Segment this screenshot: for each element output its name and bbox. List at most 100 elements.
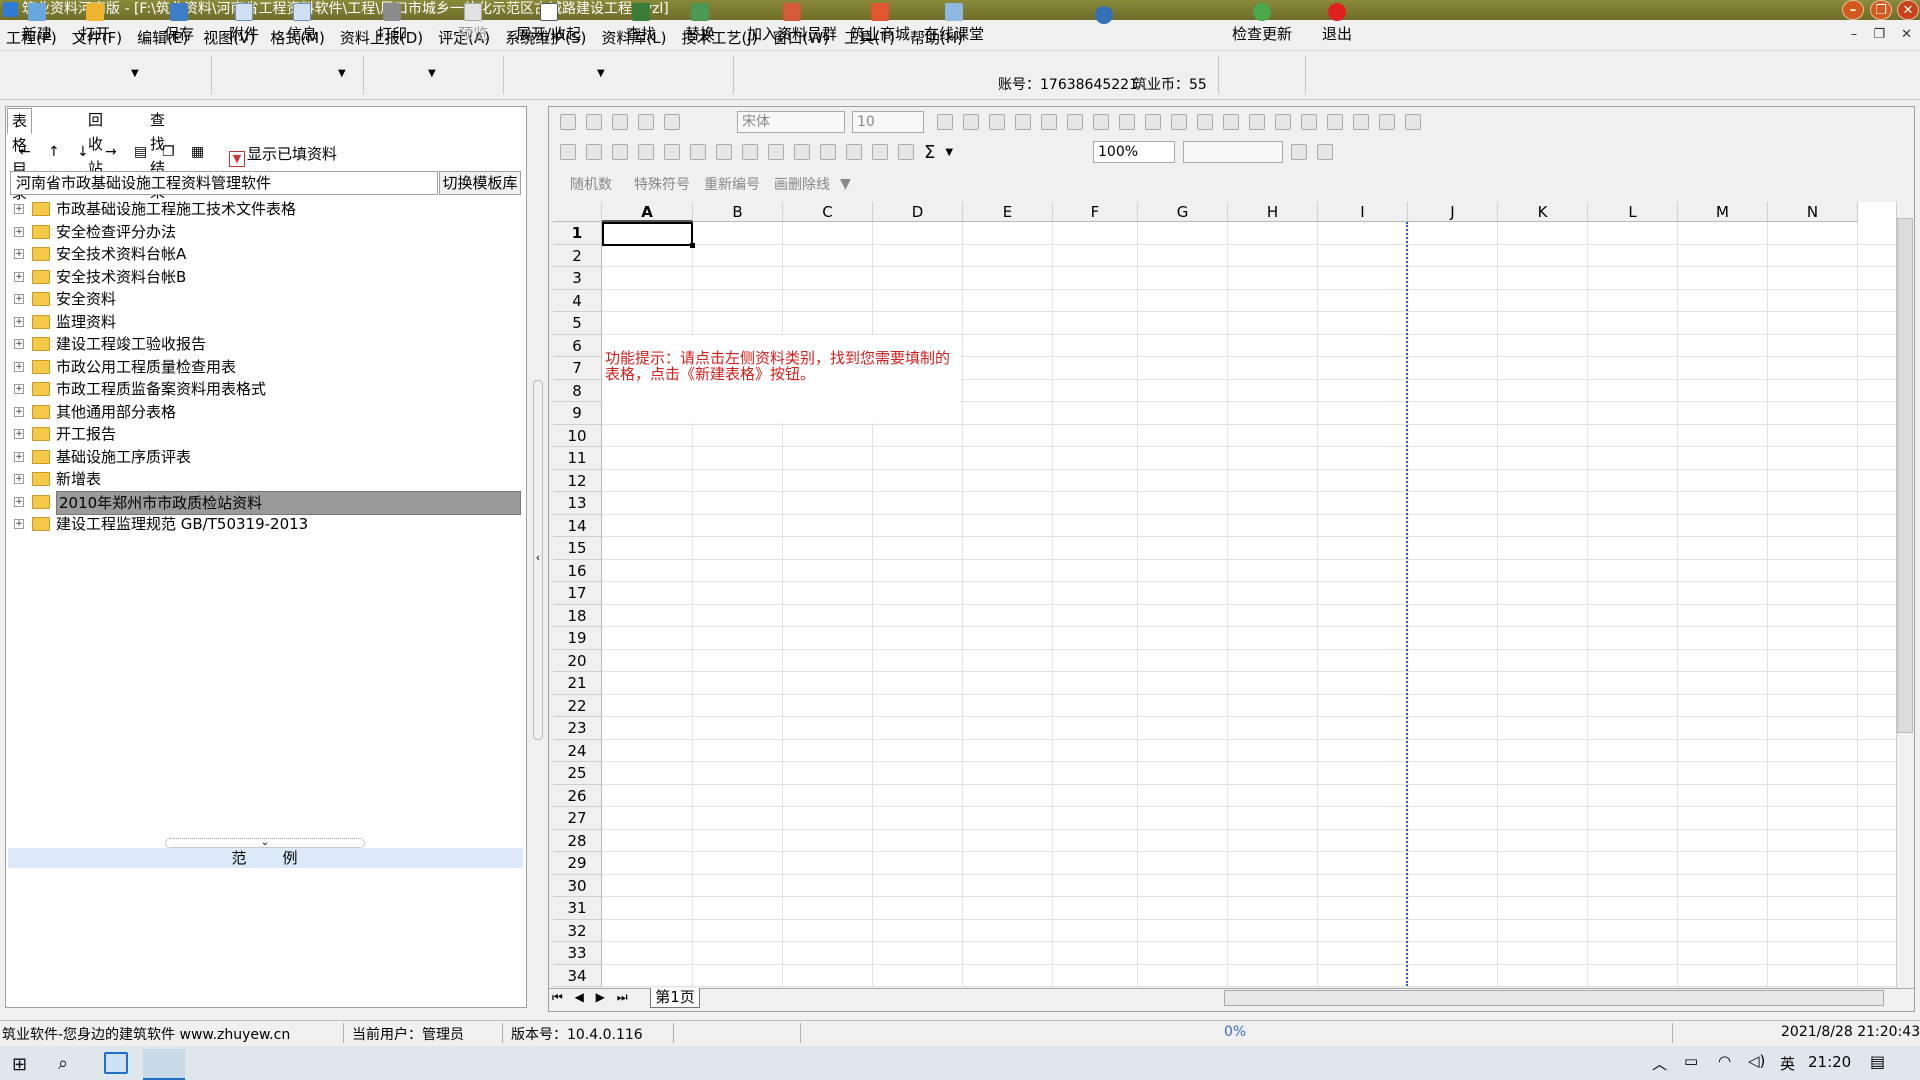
row-header[interactable]: 25 xyxy=(553,762,602,785)
row-header[interactable]: 29 xyxy=(553,852,602,875)
sum-dropdown-arrow[interactable]: ▼ xyxy=(945,147,953,158)
exit-button[interactable]: 退出 xyxy=(1322,2,1352,48)
open-button[interactable]: 打开 xyxy=(80,2,110,48)
copy-icon[interactable] xyxy=(560,114,576,130)
minimize-button[interactable]: – xyxy=(1842,0,1864,20)
row-header[interactable]: 28 xyxy=(553,829,602,852)
sheet-nav-buttons[interactable]: ⏮ ◀ ▶ ⏭ xyxy=(552,990,628,1005)
row-header[interactable]: 4 xyxy=(553,289,602,312)
add-form-icon[interactable]: ▤ xyxy=(134,144,147,160)
tab-search-results[interactable]: 查找结果 xyxy=(146,108,169,201)
row-header[interactable]: 24 xyxy=(553,739,602,762)
software-name-field[interactable]: 河南省市政基础设施工程资料管理软件 xyxy=(10,171,438,195)
delete-row-icon[interactable] xyxy=(664,144,680,160)
column-header[interactable]: K xyxy=(1498,202,1588,222)
row-header[interactable]: 6 xyxy=(553,334,602,357)
undo-icon[interactable] xyxy=(638,114,654,130)
column-header[interactable]: L xyxy=(1588,202,1678,222)
expand-dropdown-arrow[interactable]: ▼ xyxy=(597,68,605,79)
tree-node[interactable]: + 安全资料 xyxy=(12,288,522,311)
list-icon[interactable] xyxy=(820,144,836,160)
online-class-button[interactable]: 在线课堂 xyxy=(924,2,984,48)
info-dropdown-arrow[interactable]: ▼ xyxy=(338,68,346,79)
column-header[interactable]: G xyxy=(1138,202,1228,222)
expand-plus-icon[interactable]: + xyxy=(14,204,24,214)
notification-icon[interactable]: ▤ xyxy=(1870,1052,1885,1071)
superscript-icon[interactable] xyxy=(1145,114,1161,130)
row-header[interactable]: 15 xyxy=(553,537,602,560)
row-header[interactable]: 21 xyxy=(553,672,602,695)
join-group-button[interactable]: 加入资料员群 xyxy=(747,2,837,48)
row-header[interactable]: 23 xyxy=(553,717,602,740)
attach-button[interactable]: 附件 xyxy=(229,2,259,48)
renumber-button[interactable]: 重新编号 xyxy=(704,174,760,194)
tree-node[interactable]: + 其他通用部分表格 xyxy=(12,401,522,424)
cut-icon[interactable] xyxy=(586,114,602,130)
grid-form-icon[interactable]: ▦ xyxy=(191,144,204,160)
column-header[interactable]: D xyxy=(873,202,963,222)
image-icon[interactable] xyxy=(872,144,888,160)
expand-plus-icon[interactable]: + xyxy=(14,519,24,529)
expand-plus-icon[interactable]: + xyxy=(14,384,24,394)
wrap-icon[interactable] xyxy=(846,144,862,160)
expand-plus-icon[interactable]: + xyxy=(14,294,24,304)
taskbar-app-icon-1[interactable] xyxy=(104,1052,128,1074)
row-header[interactable]: 1 xyxy=(553,222,602,245)
delete-col-icon[interactable] xyxy=(690,144,706,160)
tree-node[interactable]: +2010年郑州市市政质检站资料 xyxy=(12,490,522,515)
row-header[interactable]: 14 xyxy=(553,514,602,537)
row-header[interactable]: 10 xyxy=(553,424,602,447)
maximize-button[interactable]: ❐ xyxy=(1870,0,1892,20)
strikethrough-button[interactable]: 画删除线 xyxy=(774,174,830,194)
tree-node[interactable]: + 基础设施工序质评表 xyxy=(12,446,522,469)
arrow-left-icon[interactable]: ← xyxy=(19,144,31,160)
switch-library-button[interactable]: 切换模板库 xyxy=(439,171,521,195)
column-header[interactable]: B xyxy=(693,202,783,222)
tree-node[interactable]: + 监理资料 xyxy=(12,311,522,334)
row-header[interactable]: 7 xyxy=(553,357,602,380)
tree-node[interactable]: + 新增表 xyxy=(12,468,522,491)
select-all-corner[interactable] xyxy=(553,202,602,222)
paste-icon[interactable] xyxy=(612,114,628,130)
tray-chevron-icon[interactable]: ︿ xyxy=(1652,1053,1667,1074)
column-header[interactable]: H xyxy=(1228,202,1318,222)
info-button[interactable]: 信息 xyxy=(287,2,317,48)
horizontal-scrollbar[interactable] xyxy=(1224,990,1884,1006)
volume-icon[interactable]: ◁) xyxy=(1748,1052,1765,1070)
row-header[interactable]: 5 xyxy=(553,312,602,335)
line-style-select[interactable] xyxy=(1183,141,1283,163)
col-dist-icon[interactable] xyxy=(1353,114,1369,130)
font-size-select[interactable]: 10 xyxy=(852,111,924,133)
expand-collapse-button[interactable]: 展开/收起 xyxy=(516,2,581,48)
clock[interactable]: 21:20 xyxy=(1808,1053,1851,1071)
print-dropdown-arrow[interactable]: ▼ xyxy=(428,68,436,79)
tree-node[interactable]: + 安全检查评分办法 xyxy=(12,221,522,244)
tree-node[interactable]: + 市政基础设施工程施工技术文件表格 xyxy=(12,198,522,221)
row-header[interactable]: 22 xyxy=(553,694,602,717)
tree-node[interactable]: + 建设工程竣工验收报告 xyxy=(12,333,522,356)
mall-button[interactable]: 筑业商城 xyxy=(850,2,910,48)
expand-plus-icon[interactable]: + xyxy=(14,316,24,327)
tab-form-catalog[interactable]: 表格目录 xyxy=(7,108,33,202)
tree-node[interactable]: + 市政公用工程质量检查用表 xyxy=(12,356,522,379)
special-char-button[interactable]: 特殊符号 xyxy=(634,174,690,194)
plus-icon[interactable] xyxy=(1093,114,1109,130)
new-button[interactable]: 新建 xyxy=(22,2,52,48)
font-color-icon[interactable] xyxy=(1067,114,1083,130)
taskbar-app-icon-2[interactable] xyxy=(143,1049,185,1080)
border-icon[interactable] xyxy=(1291,144,1307,160)
expand-plus-icon[interactable]: + xyxy=(14,361,24,372)
tree-node[interactable]: + 市政工程质监备案资料用表格式 xyxy=(12,378,522,401)
column-header[interactable]: E xyxy=(963,202,1053,222)
open-dropdown-arrow[interactable]: ▼ xyxy=(131,68,139,79)
row-header[interactable]: 33 xyxy=(553,942,602,965)
row-header[interactable]: 2 xyxy=(553,244,602,267)
tab-recycle-bin[interactable]: 回收站 xyxy=(84,108,107,177)
wifi-icon[interactable]: ◠ xyxy=(1718,1052,1731,1070)
preview-button[interactable]: 预览 xyxy=(458,2,488,48)
row-header[interactable]: 19 xyxy=(553,627,602,650)
column-header[interactable]: C xyxy=(783,202,873,222)
justify-icon[interactable] xyxy=(1301,114,1317,130)
copy-form-icon[interactable]: ❐ xyxy=(162,144,175,160)
col-width-icon[interactable] xyxy=(1327,114,1343,130)
